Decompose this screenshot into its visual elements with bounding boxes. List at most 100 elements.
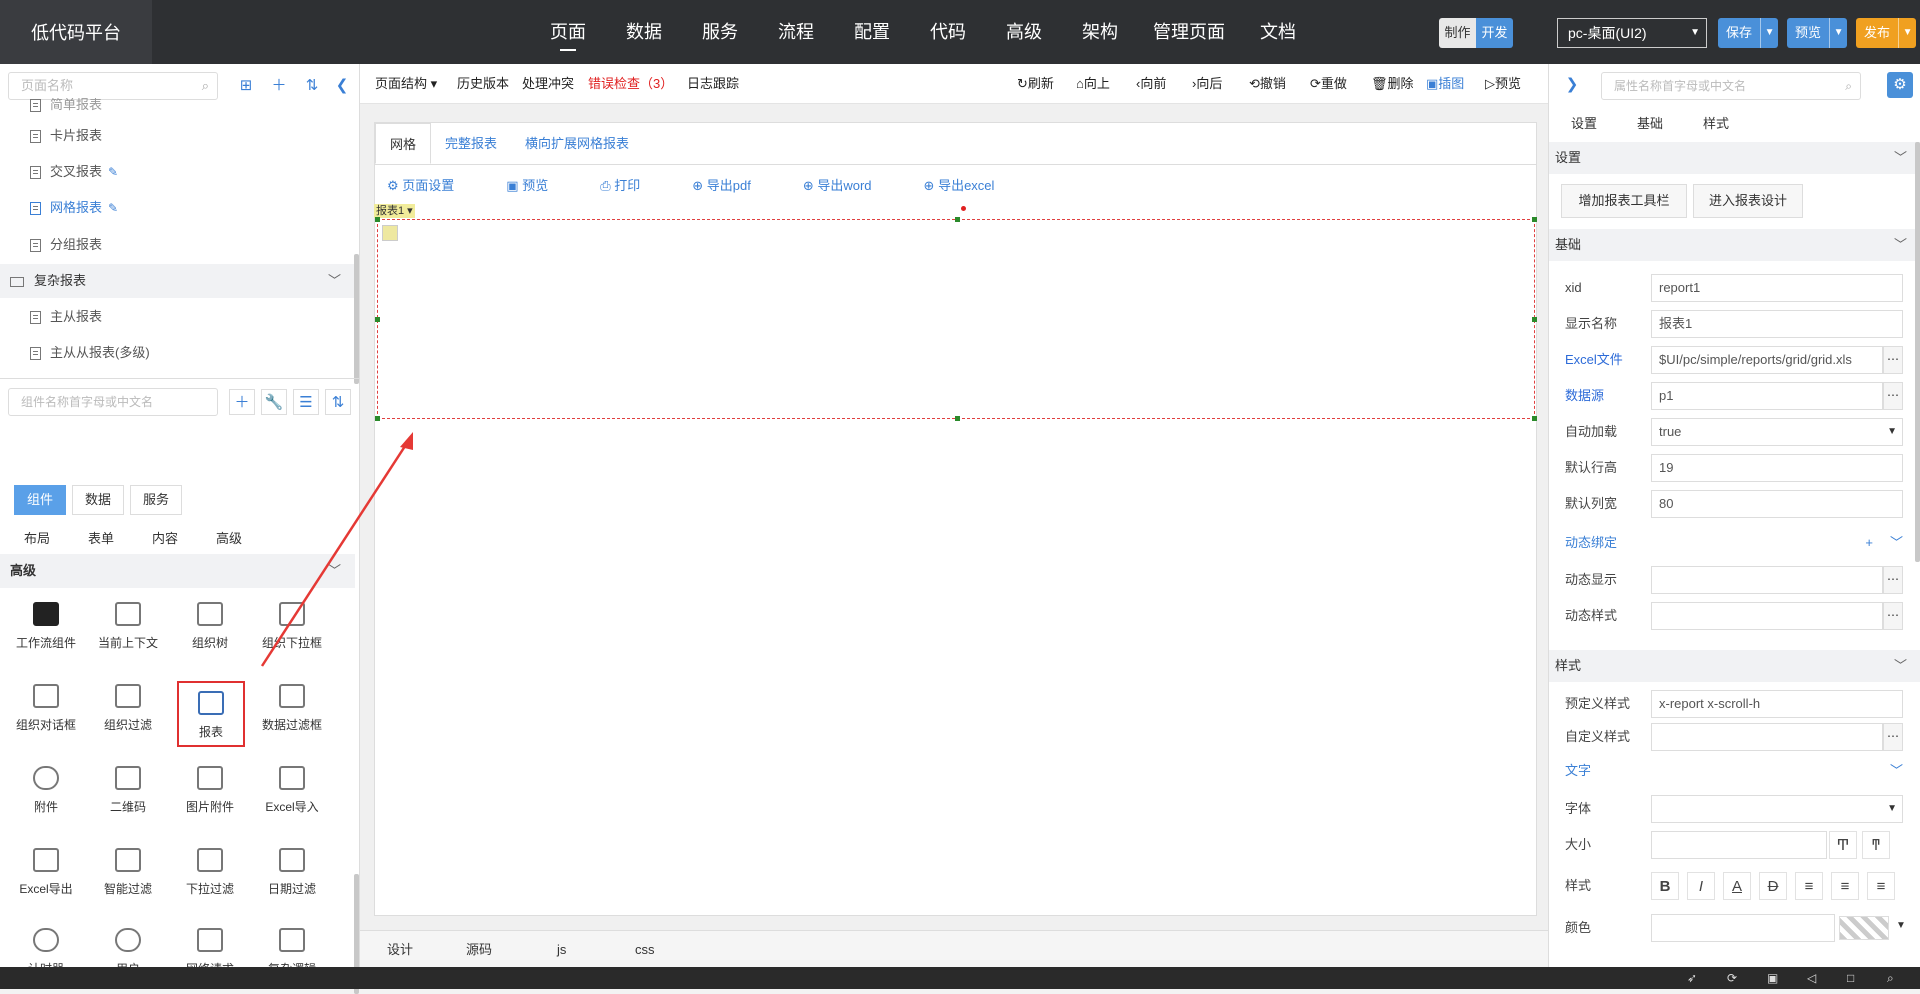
align-right-icon[interactable]: ≡ (1867, 872, 1895, 900)
chevron-down-icon[interactable]: ▼ (1898, 18, 1916, 48)
refresh-button[interactable]: ↻刷新 (1017, 64, 1054, 104)
tab-grid[interactable]: 网格 (375, 123, 432, 164)
export-word-button[interactable]: ⊕ 导出word (803, 175, 898, 194)
history-button[interactable]: 历史版本 (457, 64, 509, 104)
move-up-button[interactable]: ⌂向上 (1076, 64, 1110, 104)
component-report[interactable]: 报表 (177, 681, 245, 747)
report-component[interactable]: 报表1 ▾ (374, 204, 1537, 421)
section-settings[interactable]: 设置 ﹀ (1549, 142, 1920, 174)
prop-datasource-input[interactable]: p1 (1651, 382, 1883, 410)
delete-button[interactable]: 🗑删除 (1371, 64, 1414, 104)
preview-button[interactable]: 预览 ▼ (1787, 18, 1848, 48)
prop-dynamic-style-input[interactable] (1651, 602, 1883, 630)
component-image-attachment[interactable]: 图片附件 (170, 766, 250, 815)
edit-icon[interactable]: ✎ (108, 193, 118, 223)
add-icon[interactable]: + (1865, 531, 1873, 555)
tab-data[interactable]: 数据 (72, 485, 125, 515)
property-search-input[interactable]: 属性名称首字母或中文名 ⌕ (1601, 72, 1861, 100)
tab-source[interactable]: 源码 (466, 931, 492, 968)
page-structure-dropdown[interactable]: 页面结构 ▾ (375, 64, 437, 104)
report-preview-button[interactable]: ▣ 预览 (506, 175, 574, 194)
chevron-down-icon[interactable]: ▼ (1760, 18, 1778, 48)
tree-item-cross-report[interactable]: 交叉报表 ✎ (30, 157, 118, 187)
save-button[interactable]: 保存 ▼ (1718, 18, 1779, 48)
tree-item-group-report[interactable]: 分组报表 (30, 230, 102, 260)
prop-autoload-select[interactable]: true (1651, 418, 1903, 446)
tab-style[interactable]: 样式 (1703, 108, 1729, 140)
bold-icon[interactable]: B (1651, 872, 1679, 900)
forward-button[interactable]: ‹向前 (1136, 64, 1166, 104)
chevron-down-icon[interactable]: ﹀ (1890, 531, 1903, 555)
resize-handle[interactable] (955, 217, 960, 222)
prop-col-width-input[interactable]: 80 (1651, 490, 1903, 518)
component-attachment[interactable]: 附件 (6, 766, 86, 815)
nav-architecture[interactable]: 架构 (1062, 0, 1138, 64)
add-icon[interactable]: ＋ (266, 73, 292, 99)
conflict-button[interactable]: 处理冲突 (522, 64, 574, 104)
rotate-handle[interactable] (961, 206, 966, 211)
component-context[interactable]: 当前上下文 (88, 602, 168, 651)
tab-horizontal-grid[interactable]: 横向扩展网格报表 (511, 123, 643, 164)
add-folder-icon[interactable]: ⊞ (233, 73, 259, 99)
chevron-down-icon[interactable]: ﹀ (1890, 759, 1903, 783)
color-picker-swatch[interactable] (1839, 916, 1889, 940)
component-group-advanced[interactable]: 高级 ﹀ (0, 554, 355, 588)
resize-handle[interactable] (1532, 416, 1537, 421)
resize-handle[interactable] (375, 217, 380, 222)
nav-flow[interactable]: 流程 (758, 0, 834, 64)
rocket-icon[interactable]: ➶ (1687, 967, 1697, 989)
more-icon[interactable]: ⋯ (1883, 382, 1903, 410)
component-smart-filter[interactable]: 智能过滤 (88, 848, 168, 897)
font-size-decrease-icon[interactable]: ͳ (1862, 831, 1890, 859)
resize-handle[interactable] (1532, 217, 1537, 222)
save-icon[interactable]: ▣ (1767, 967, 1778, 989)
align-center-icon[interactable]: ≡ (1831, 872, 1859, 900)
page-search-input[interactable]: 页面名称 ⌕ (8, 72, 218, 100)
undo-button[interactable]: ⟲撤销 (1249, 64, 1286, 104)
insert-image-button[interactable]: ▣插图 (1426, 64, 1464, 104)
properties-scrollbar[interactable] (1915, 142, 1920, 562)
component-org-dropdown[interactable]: 组织下拉框 (252, 602, 332, 651)
nav-page[interactable]: 页面 (530, 0, 606, 64)
dynamic-binding-header[interactable]: 动态绑定 + ﹀ (1565, 531, 1909, 555)
component-org-dialog[interactable]: 组织对话框 (6, 684, 86, 733)
wrench-icon[interactable]: 🔧 (261, 389, 287, 415)
component-search-input[interactable]: 组件名称首字母或中文名 (8, 388, 218, 416)
resize-handle[interactable] (375, 317, 380, 322)
export-excel-button[interactable]: ⊕ 导出excel (924, 175, 1021, 194)
align-left-icon[interactable]: ≡ (1795, 872, 1823, 900)
mode-dev-button[interactable]: 开发 (1476, 18, 1513, 48)
chevron-down-icon[interactable]: ▼ (1887, 795, 1897, 823)
tab-components[interactable]: 组件 (14, 485, 67, 515)
tab-basic[interactable]: 基础 (1637, 108, 1663, 140)
nav-code[interactable]: 代码 (910, 0, 986, 64)
prop-size-input[interactable] (1651, 831, 1827, 859)
prop-dynamic-show-input[interactable] (1651, 566, 1883, 594)
log-trace-button[interactable]: 日志跟踪 (687, 64, 739, 104)
prop-label[interactable]: Excel文件 (1565, 346, 1645, 374)
resize-handle[interactable] (375, 416, 380, 421)
prop-display-name-input[interactable]: 报表1 (1651, 310, 1903, 338)
more-icon[interactable]: ⋯ (1883, 602, 1903, 630)
error-check-button[interactable]: 错误检查（3） (588, 64, 673, 104)
mode-make-button[interactable]: 制作 (1439, 18, 1476, 48)
tree-item-grid-report[interactable]: 网格报表 ✎ (30, 193, 118, 223)
resize-handle[interactable] (1532, 317, 1537, 322)
prop-color-input[interactable] (1651, 914, 1835, 942)
prop-font-select[interactable] (1651, 795, 1903, 823)
component-qrcode[interactable]: 二维码 (88, 766, 168, 815)
nav-service[interactable]: 服务 (682, 0, 758, 64)
tab-js[interactable]: js (557, 931, 566, 968)
nav-advanced[interactable]: 高级 (986, 0, 1062, 64)
prop-preset-style-input[interactable]: x-report x-scroll-h (1651, 690, 1903, 718)
nav-config[interactable]: 配置 (834, 0, 910, 64)
chevron-down-icon[interactable]: ▼ (1829, 18, 1847, 48)
chevron-down-icon[interactable]: ▼ (1887, 418, 1897, 446)
prop-row-height-input[interactable]: 19 (1651, 454, 1903, 482)
nav-docs[interactable]: 文档 (1240, 0, 1316, 64)
sort-icon[interactable]: ⇅ (299, 73, 325, 99)
tree-item-partial[interactable]: 简单报表 (30, 98, 102, 112)
collapse-left-icon[interactable]: ❮ (329, 73, 355, 99)
component-org-tree[interactable]: 组织树 (170, 602, 250, 651)
component-date-filter[interactable]: 日期过滤 (252, 848, 332, 897)
